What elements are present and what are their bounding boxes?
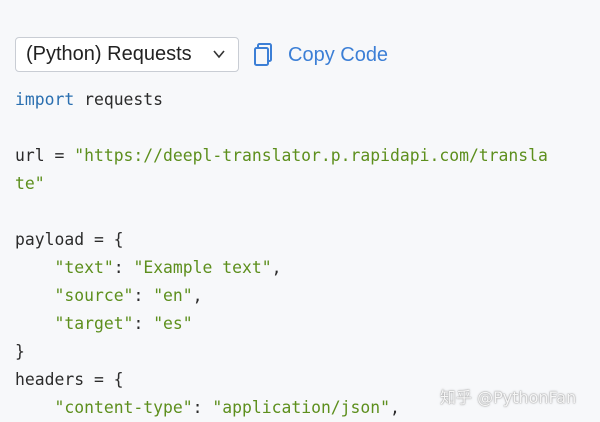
code-string: "en" [153,286,193,305]
code-string: "source" [54,286,134,305]
code-line: import requests [15,86,548,114]
code-line: } [15,338,548,366]
code-line: url = "https://deepl-translator.p.rapida… [15,142,548,170]
code-line: te" [15,170,548,198]
code-string: "target" [54,314,134,333]
code-text: payload = { [15,230,124,249]
code-text: , [192,286,203,305]
copy-code-label: Copy Code [288,43,389,66]
code-text: , [390,398,400,417]
code-string: "content-type" [54,398,193,417]
code-toolbar: (Python) Requests Copy Code [0,0,600,82]
code-block[interactable]: import requests url = "https://deepl-tran… [15,86,548,422]
code-string: "text" [54,258,114,277]
code-line: "target": "es" [15,310,548,338]
code-keyword: import [15,90,75,109]
code-text: : [192,398,213,417]
code-string: "https://deepl-translator.p.rapidapi.com… [74,146,548,165]
copy-icon [254,43,272,66]
chevron-down-icon [213,50,225,59]
code-string: "application/json" [212,398,391,417]
code-text: : [113,258,134,277]
language-select-value: (Python) Requests [26,43,192,65]
code-text: : [133,286,154,305]
code-text: } [15,342,25,361]
code-string: te" [15,174,45,193]
code-text: : [133,314,154,333]
code-line: "source": "en", [15,282,548,310]
code-text: requests [74,90,164,109]
copy-code-button[interactable]: Copy Code [253,40,388,70]
code-string: "es" [153,314,193,333]
code-line: payload = { [15,226,548,254]
code-line: "text": "Example text", [15,254,548,282]
code-text: , [271,258,282,277]
language-select[interactable]: (Python) Requests [15,37,239,72]
code-string: "Example text" [133,258,272,277]
watermark: 知乎 @PythonFan [440,388,577,407]
code-text: url = [15,146,75,165]
code-text: headers = { [15,370,124,389]
